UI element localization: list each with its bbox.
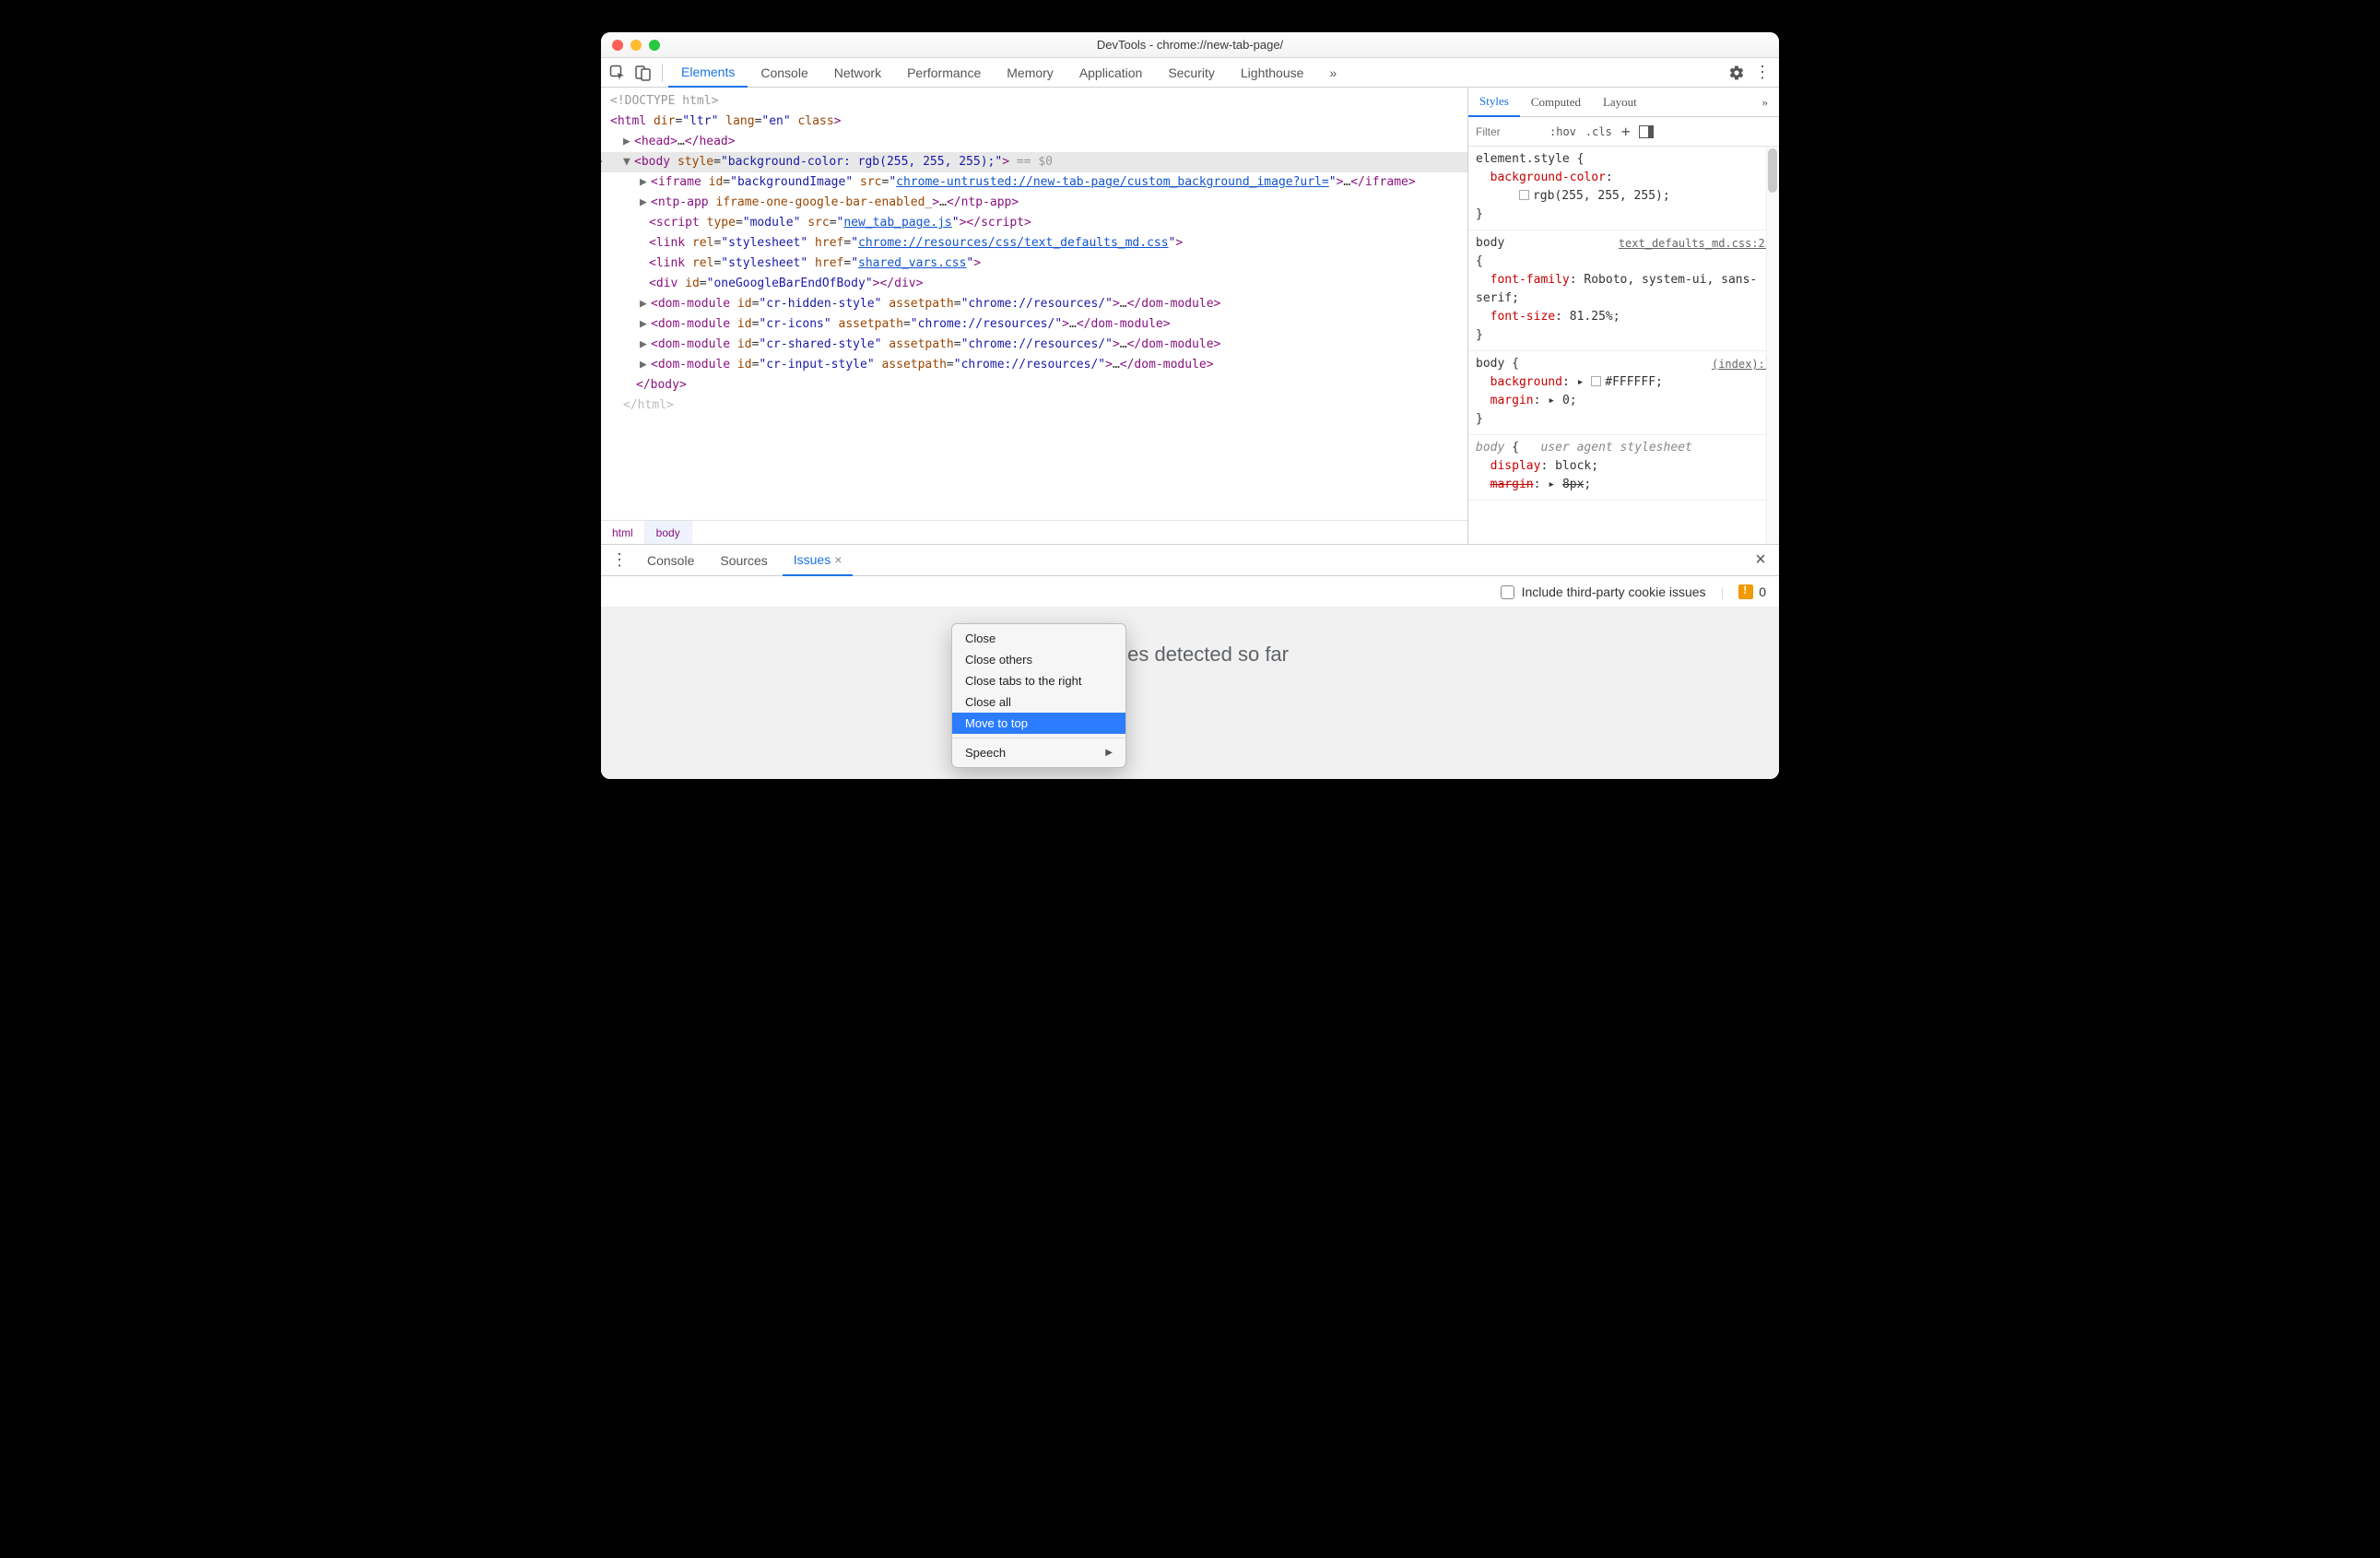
- styles-panel: Styles Computed Layout » :hov .cls + ele…: [1467, 88, 1779, 544]
- new-rule-button[interactable]: +: [1621, 123, 1631, 140]
- link2-href[interactable]: shared_vars.css: [858, 256, 966, 270]
- more-vert-icon[interactable]: ⋮: [1750, 60, 1775, 86]
- ctx-close-right[interactable]: Close tabs to the right: [952, 670, 1125, 691]
- stab-layout[interactable]: Layout: [1592, 88, 1648, 117]
- settings-gear-icon[interactable]: [1724, 60, 1750, 86]
- minimize-window-icon[interactable]: [630, 40, 642, 51]
- drawer-tab-issues[interactable]: Issues×: [783, 545, 854, 576]
- iframe-src-link[interactable]: chrome-untrusted://new-tab-page/custom_b…: [896, 175, 1329, 189]
- hov-toggle[interactable]: :hov: [1549, 125, 1576, 138]
- issues-empty-state: issues detected so far: [601, 608, 1779, 779]
- source-link[interactable]: text_defaults_md.css:25: [1619, 234, 1772, 253]
- ctx-move-to-top[interactable]: Move to top: [952, 713, 1125, 734]
- drawer: ⋮ Console Sources Issues× × Include thir…: [601, 545, 1779, 779]
- close-tab-icon[interactable]: ×: [834, 552, 842, 567]
- tab-memory[interactable]: Memory: [994, 58, 1066, 88]
- device-toolbar-icon[interactable]: [630, 60, 656, 86]
- drawer-tab-sources[interactable]: Sources: [709, 545, 778, 576]
- stab-styles[interactable]: Styles: [1468, 88, 1520, 117]
- styles-filter-input[interactable]: [1474, 123, 1540, 141]
- source-link[interactable]: (index):7: [1712, 355, 1772, 373]
- ctx-close[interactable]: Close: [952, 628, 1125, 649]
- script-src-link[interactable]: new_tab_page.js: [843, 216, 951, 230]
- cls-toggle[interactable]: .cls: [1585, 125, 1612, 138]
- tab-security[interactable]: Security: [1155, 58, 1228, 88]
- zoom-window-icon[interactable]: [649, 40, 660, 51]
- stab-computed[interactable]: Computed: [1520, 88, 1592, 117]
- rule-body-2[interactable]: body {(index):7 background: ▸ #FFFFFF; m…: [1468, 351, 1779, 435]
- color-swatch-icon[interactable]: [1519, 190, 1529, 200]
- close-window-icon[interactable]: [612, 40, 623, 51]
- devtools-window: DevTools - chrome://new-tab-page/ Elemen…: [601, 32, 1779, 779]
- tabs-overflow[interactable]: »: [1316, 58, 1349, 88]
- ctx-close-all[interactable]: Close all: [952, 691, 1125, 713]
- stabs-overflow[interactable]: »: [1751, 88, 1780, 117]
- include-3p-checkbox[interactable]: Include third-party cookie issues: [1501, 584, 1706, 599]
- color-swatch-icon[interactable]: [1591, 376, 1601, 386]
- crumb-html[interactable]: html: [601, 521, 645, 544]
- toggle-sidebar-icon[interactable]: [1639, 125, 1654, 138]
- crumb-body[interactable]: body: [645, 521, 692, 544]
- rule-element-style[interactable]: element.style { background-color: rgb(25…: [1468, 147, 1779, 230]
- ctx-speech[interactable]: Speech: [952, 742, 1125, 763]
- tab-network[interactable]: Network: [821, 58, 894, 88]
- breadcrumb: html body: [601, 520, 1467, 544]
- dom-tree[interactable]: <!DOCTYPE html> <html dir="ltr" lang="en…: [601, 88, 1467, 520]
- rule-body-ua[interactable]: body { user agent stylesheet display: bl…: [1468, 435, 1779, 501]
- tab-performance[interactable]: Performance: [894, 58, 994, 88]
- tab-lighthouse[interactable]: Lighthouse: [1228, 58, 1317, 88]
- ctx-close-others[interactable]: Close others: [952, 649, 1125, 670]
- window-title: DevTools - chrome://new-tab-page/: [601, 38, 1779, 52]
- link1-href[interactable]: chrome://resources/css/text_defaults_md.…: [858, 236, 1169, 250]
- issues-count: 0: [1738, 584, 1766, 599]
- doctype: <!DOCTYPE html>: [610, 94, 718, 108]
- warning-badge-icon: [1738, 584, 1753, 599]
- titlebar: DevTools - chrome://new-tab-page/: [601, 32, 1779, 58]
- tab-console[interactable]: Console: [748, 58, 820, 88]
- drawer-close-icon[interactable]: ×: [1748, 548, 1773, 573]
- main-tabbar: Elements Console Network Performance Mem…: [601, 58, 1779, 88]
- tab-application[interactable]: Application: [1066, 58, 1156, 88]
- styles-scrollbar[interactable]: [1766, 147, 1779, 544]
- inspect-element-icon[interactable]: [605, 60, 630, 86]
- tab-elements[interactable]: Elements: [668, 58, 748, 88]
- drawer-tab-console[interactable]: Console: [636, 545, 705, 576]
- drawer-more-vert-icon[interactable]: ⋮: [607, 548, 632, 573]
- tab-context-menu: Close Close others Close tabs to the rig…: [951, 623, 1126, 768]
- dom-selected-body[interactable]: ▼<body style="background-color: rgb(255,…: [601, 152, 1467, 172]
- rule-body-1[interactable]: bodytext_defaults_md.css:25{ font-family…: [1468, 230, 1779, 351]
